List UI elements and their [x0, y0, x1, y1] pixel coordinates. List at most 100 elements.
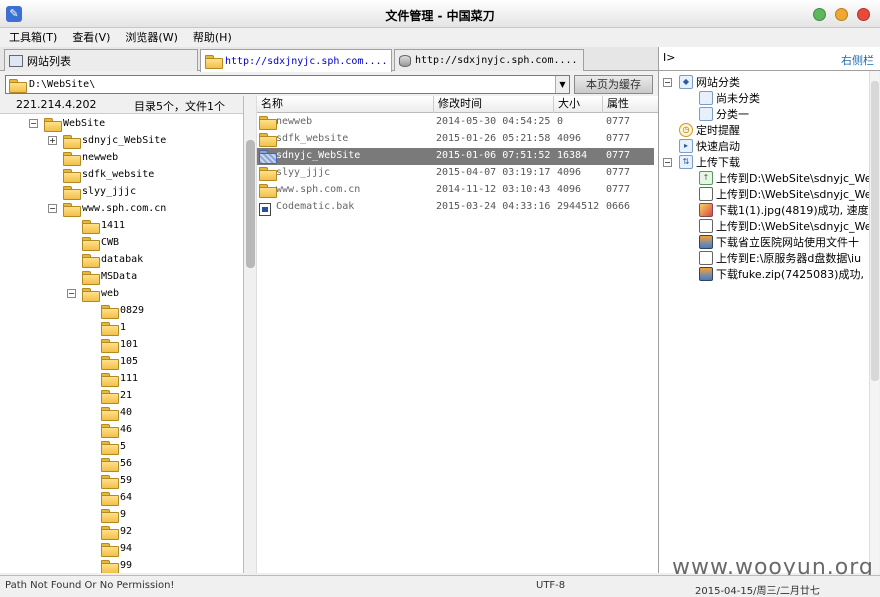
sidebar-item-categories[interactable]: ◆ 网站分类	[679, 74, 740, 90]
window-title: 文件管理 - 中国菜刀	[385, 9, 495, 23]
transfer-item[interactable]: 上传到D:\WebSite\sdnyjc_WebSite	[699, 186, 869, 202]
tree-item-label: 5	[120, 441, 127, 452]
sidebar-item-transfers[interactable]: ⇅ 上传下载	[679, 154, 740, 170]
tree-item-105[interactable]: 105	[101, 353, 138, 370]
transfer-item[interactable]: 下载省立医院网站使用文件十	[699, 234, 859, 250]
file-row[interactable]: newweb 2014-05-30 04:54:25 0 0777	[257, 114, 654, 131]
sidebar-scrollbar[interactable]	[869, 71, 879, 573]
sidebar-item-category-one[interactable]: 分类一	[699, 106, 749, 122]
folder-icon	[101, 508, 119, 523]
tree-toggle[interactable]: −	[29, 119, 38, 128]
tree-item-92[interactable]: 92	[101, 523, 132, 540]
tree-item-94[interactable]: 94	[101, 540, 132, 557]
tree-item-46[interactable]: 46	[101, 421, 132, 438]
tree-item-sdfk[interactable]: sdfk_website	[63, 166, 154, 183]
tree-toggle[interactable]: −	[67, 289, 76, 298]
path-combobox[interactable]: D:\WebSite\ ▼	[5, 75, 570, 94]
transfer-item[interactable]: 下载1(1).jpg(4819)成功, 速度	[699, 202, 869, 218]
tree-item-40[interactable]: 40	[101, 404, 132, 421]
tree-item-21[interactable]: 21	[101, 387, 132, 404]
file-time: 2014-11-12 03:10:43	[436, 184, 551, 195]
tree-item-msdata[interactable]: MSData	[82, 268, 137, 285]
file-row[interactable]: sdfk_website 2015-01-26 05:21:58 4096 07…	[257, 131, 654, 148]
folder-icon	[101, 304, 119, 319]
menu-browser[interactable]: 浏览器(W)	[116, 28, 183, 46]
tree-item-56[interactable]: 56	[101, 455, 132, 472]
collapse-arrow-icon[interactable]: I>	[663, 51, 675, 64]
scrollbar-thumb[interactable]	[246, 140, 255, 268]
server-ip: 221.214.4.202	[16, 98, 97, 111]
tab-database[interactable]: http://sdxjnyjc.sph.com....	[394, 49, 584, 71]
tab-site-list[interactable]: 网站列表	[4, 49, 198, 71]
minimize-button[interactable]	[835, 8, 848, 21]
tree-toggle[interactable]: −	[663, 158, 672, 167]
tree-toggle[interactable]: −	[663, 78, 672, 87]
tree-toggle[interactable]: −	[48, 204, 57, 213]
launch-icon: ▸	[679, 139, 693, 153]
category-item-icon	[699, 107, 713, 121]
sidebar-item-reminder[interactable]: ◷ 定时提醒	[679, 122, 740, 138]
tree-item-cwb[interactable]: CWB	[82, 234, 119, 251]
folder-icon	[63, 151, 81, 166]
file-row[interactable]: slyy_jjjc 2015-04-07 03:19:17 4096 0777	[257, 165, 654, 182]
pane-scrollbar[interactable]	[243, 96, 257, 573]
column-attr[interactable]: 属性	[603, 96, 658, 113]
transfer-item[interactable]: 上传到D:\WebSite\sdnyjc_WebSite	[699, 218, 869, 234]
tree-item-99[interactable]: 99	[101, 557, 132, 573]
tree-item-website[interactable]: WebSite	[44, 115, 105, 132]
tree-item-label: 40	[120, 407, 133, 418]
tree-item-1411[interactable]: 1411	[82, 217, 125, 234]
menu-toolbox[interactable]: 工具箱(T)	[0, 28, 63, 46]
tree-item-newweb[interactable]: newweb	[63, 149, 118, 166]
tree-toggle[interactable]: +	[48, 136, 57, 145]
transfer-item[interactable]: ↑上传到D:\WebSite\sdnyjc_WebSite	[699, 170, 869, 186]
tree-item-web[interactable]: web	[82, 285, 119, 302]
dropdown-arrow-icon[interactable]: ▼	[555, 76, 569, 93]
file-list-header: 名称 修改时间 大小 属性	[257, 96, 658, 113]
tab-file-manager[interactable]: http://sdxjnyjc.sph.com....	[200, 49, 392, 72]
folder-icon	[63, 168, 81, 183]
tree-item-1[interactable]: 1	[101, 319, 126, 336]
tree-item-111[interactable]: 111	[101, 370, 138, 387]
bak-file-icon	[259, 203, 271, 216]
tab-label: http://sdxjnyjc.sph.com....	[225, 55, 388, 67]
transfer-item[interactable]: 上传到E:\原服务器d盘数据\iu	[699, 250, 861, 266]
folder-icon	[63, 134, 81, 149]
sidebar-item-label: 快速启动	[696, 140, 740, 153]
tree-item-databak[interactable]: databak	[82, 251, 143, 268]
tree-item-label: MSData	[101, 271, 138, 282]
tree-item-59[interactable]: 59	[101, 472, 132, 489]
file-attr: 0777	[606, 184, 631, 195]
file-size: 4096	[557, 133, 582, 144]
file-row-selected[interactable]: sdnyjc_WebSite 2015-01-06 07:51:52 16384…	[257, 148, 654, 165]
menu-view[interactable]: 查看(V)	[63, 28, 116, 46]
site-list-icon	[9, 54, 23, 67]
tree-item-label: www.sph.com.cn	[82, 203, 167, 214]
sidebar-item-quick-launch[interactable]: ▸ 快速启动	[679, 138, 740, 154]
tree-item-101[interactable]: 101	[101, 336, 138, 353]
tree-item-64[interactable]: 64	[101, 489, 132, 506]
file-row[interactable]: www.sph.com.cn 2014-11-12 03:10:43 4096 …	[257, 182, 654, 199]
tree-item-9[interactable]: 9	[101, 506, 126, 523]
tree-item-0829[interactable]: 0829	[101, 302, 144, 319]
tree-item-sdnyjc[interactable]: sdnyjc_WebSite	[63, 132, 166, 149]
column-name[interactable]: 名称	[257, 96, 434, 113]
tree-item-label: 101	[120, 339, 139, 350]
maximize-button[interactable]	[813, 8, 826, 21]
file-row[interactable]: Codematic.bak 2015-03-24 04:33:16 294451…	[257, 199, 654, 216]
close-button[interactable]	[857, 8, 870, 21]
sidebar-item-uncategorized[interactable]: 尚未分类	[699, 90, 760, 106]
cache-button[interactable]: 本页为缓存	[574, 75, 653, 94]
scrollbar-thumb[interactable]	[871, 81, 879, 381]
tree-item-label: 0829	[120, 305, 145, 316]
menu-help[interactable]: 帮助(H)	[184, 28, 238, 46]
sidebar-title-link[interactable]: 右侧栏	[841, 52, 874, 68]
tree-item-5[interactable]: 5	[101, 438, 126, 455]
directory-tree: WebSite − sdnyjc_WebSite + newweb sdfk_w…	[0, 113, 243, 573]
path-input[interactable]: D:\WebSite\	[29, 79, 95, 90]
tree-item-sph[interactable]: www.sph.com.cn	[63, 200, 166, 217]
transfer-item[interactable]: 下载fuke.zip(7425083)成功,	[699, 266, 864, 282]
column-time[interactable]: 修改时间	[434, 96, 554, 113]
tree-item-slyy[interactable]: slyy_jjjc	[63, 183, 136, 200]
column-size[interactable]: 大小	[554, 96, 603, 113]
